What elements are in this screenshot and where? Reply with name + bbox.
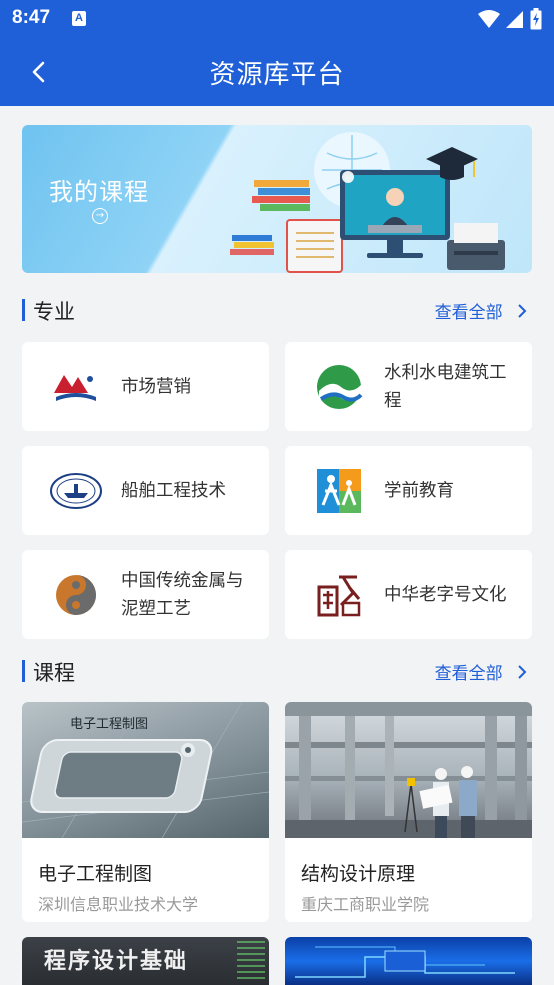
arrow-right-circle-icon: → (92, 208, 108, 224)
ship-engineering-logo-icon (50, 473, 102, 509)
course-card-circuit[interactable] (285, 937, 532, 985)
major-label: 中华老字号文化 (384, 584, 507, 605)
major-tile-time-honored-brands[interactable]: 中华老字号文化 (285, 550, 532, 639)
major-label: 学前教育 (384, 480, 454, 501)
course-card-electronic-drawing[interactable]: 电子工程制图 电子工程制图 深圳信息职业技术大学 (22, 702, 269, 922)
water-conservancy-logo-icon (317, 365, 363, 409)
nav-bar: 资源库平台 (0, 38, 554, 106)
course-thumbnail: 电子工程制图 (22, 702, 269, 838)
courses-view-all-link[interactable]: 查看全部 (435, 659, 528, 684)
courses-section-header: 课程 查看全部 (22, 656, 532, 686)
chevron-right-icon (518, 304, 527, 318)
majors-title: 专业 (33, 300, 75, 324)
circuit-board-image (295, 946, 515, 978)
course-name: 结构设计原理 (301, 863, 416, 885)
status-icons (478, 8, 542, 30)
page-title: 资源库平台 (209, 60, 345, 90)
construction-site-image (285, 702, 532, 838)
signal-icon (506, 11, 523, 28)
course-school: 深圳信息职业技术大学 (38, 895, 199, 914)
section-accent-bar (22, 660, 25, 682)
traditional-crafts-logo-icon (56, 575, 96, 615)
time-honored-brands-logo-icon (317, 575, 361, 617)
banner-title: 我的课程 (49, 178, 149, 206)
major-label: 市场营销 (121, 376, 191, 397)
view-all-label: 查看全部 (434, 664, 503, 684)
status-bar: 8:47 A (0, 0, 554, 38)
my-courses-banner[interactable]: 我的课程 → (22, 125, 532, 273)
a-icon: A (72, 11, 86, 26)
major-label: 中国传统金属与泥塑工艺 (121, 570, 244, 619)
marketing-logo-icon (54, 375, 96, 401)
chevron-right-icon (518, 665, 527, 679)
view-all-label: 查看全部 (434, 303, 503, 323)
courses-title: 课程 (33, 661, 75, 685)
course-thumbnail: 程序设计基础 (22, 937, 269, 985)
majors-section-header: 专业 查看全部 (22, 295, 532, 325)
preschool-education-logo-icon (317, 469, 361, 513)
section-accent-bar (22, 299, 25, 321)
code-lines (237, 941, 265, 981)
major-label: 船舶工程技术 (121, 480, 226, 501)
course-card-programming[interactable]: 程序设计基础 (22, 937, 269, 985)
status-time: 8:47 (12, 7, 51, 28)
course-school: 重庆工商职业学院 (301, 895, 430, 914)
thumbnail-caption: 程序设计基础 (44, 949, 189, 974)
major-tile-preschool-education[interactable]: 学前教育 (285, 446, 532, 535)
major-tile-ship-engineering[interactable]: 船舶工程技术 (22, 446, 269, 535)
wifi-icon (478, 10, 500, 28)
battery-charging-icon (530, 8, 542, 30)
course-card-structural-design[interactable]: 结构设计原理 重庆工商职业学院 (285, 702, 532, 922)
major-tile-water-conservancy[interactable]: 水利水电建筑工程 (285, 342, 532, 431)
major-tile-marketing[interactable]: 市场营销 (22, 342, 269, 431)
major-label: 水利水电建筑工程 (384, 362, 507, 411)
app-bar: 8:47 A 资源库平台 (0, 0, 554, 106)
course-name: 电子工程制图 (38, 863, 153, 885)
majors-view-all-link[interactable]: 查看全部 (435, 298, 528, 323)
course-thumbnail (285, 702, 532, 838)
course-thumbnail (285, 937, 532, 985)
thumbnail-caption: 电子工程制图 (70, 717, 149, 732)
major-tile-traditional-crafts[interactable]: 中国传统金属与泥塑工艺 (22, 550, 269, 639)
